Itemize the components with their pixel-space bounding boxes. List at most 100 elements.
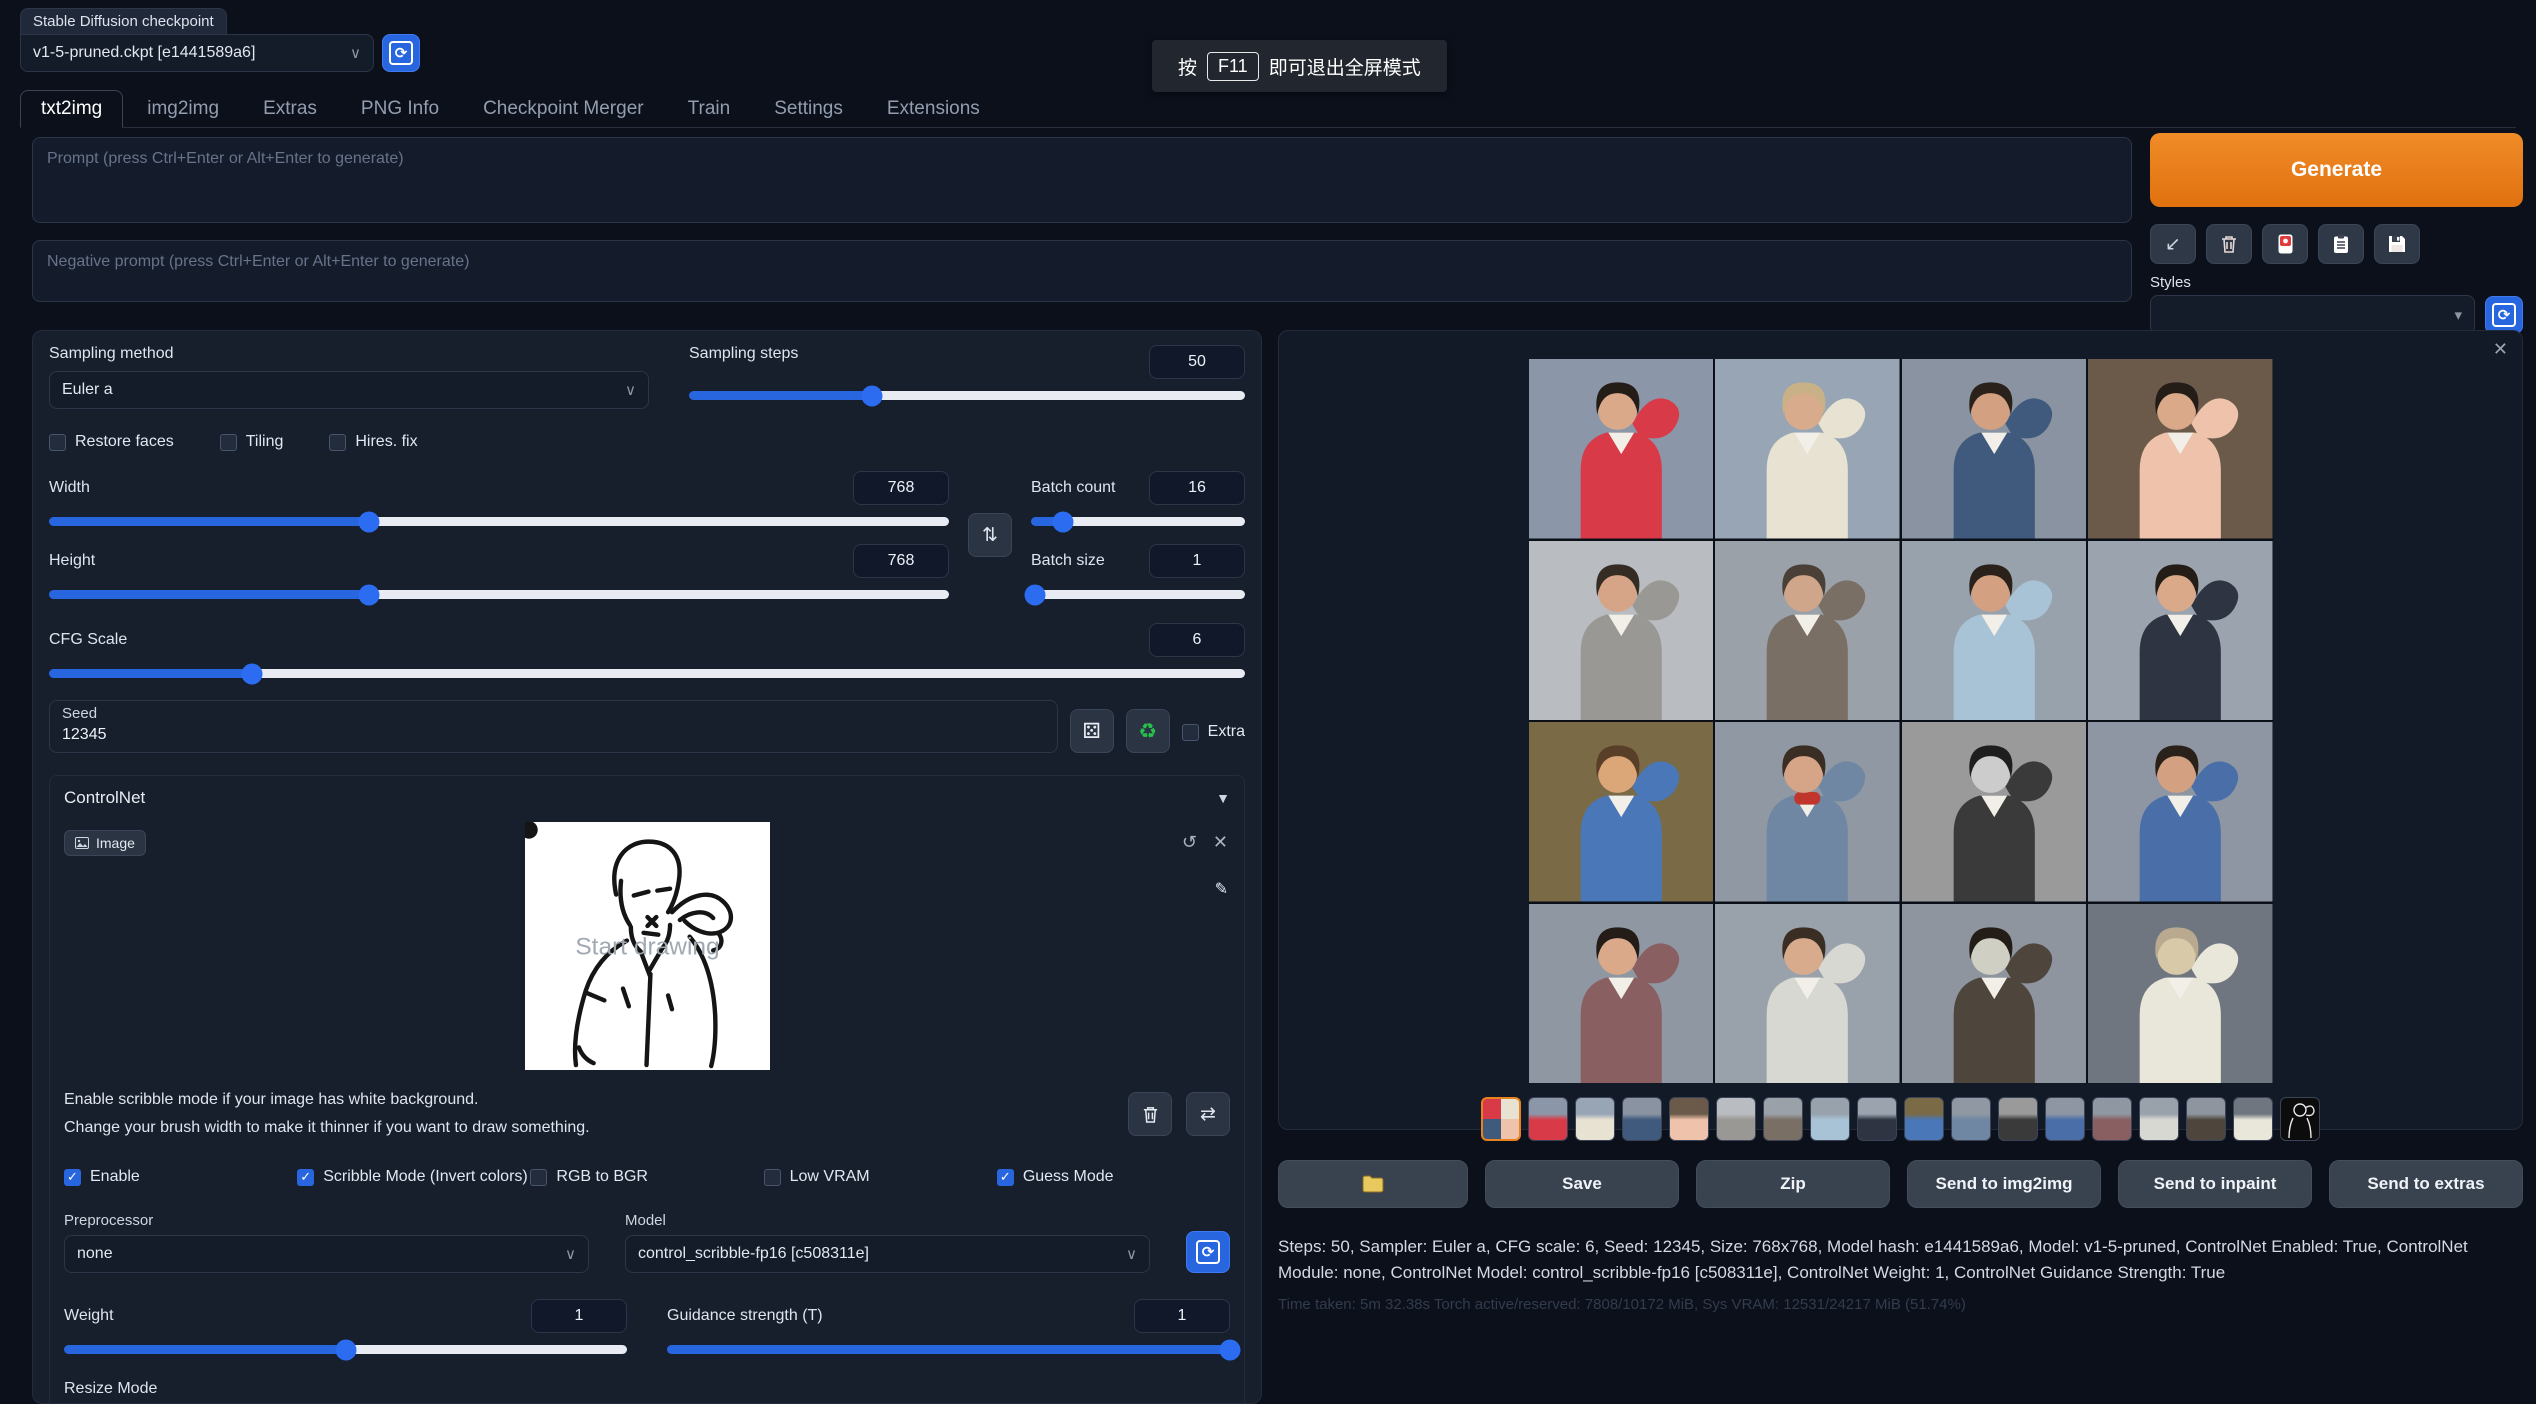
random-seed-button[interactable]: ⚄ — [1070, 709, 1114, 753]
generate-button[interactable]: Generate — [2150, 133, 2523, 207]
paste-button[interactable]: ↙ — [2150, 224, 2196, 264]
apply-style-button[interactable] — [2318, 224, 2364, 264]
tab-checkpoint-merger[interactable]: Checkpoint Merger — [463, 91, 664, 127]
gallery-image[interactable] — [1715, 722, 1900, 902]
gallery-image[interactable] — [2088, 359, 2273, 539]
zip-button[interactable]: Zip — [1696, 1160, 1890, 1208]
gallery-thumbnail[interactable] — [1528, 1097, 1568, 1141]
gallery-thumbnail[interactable] — [2233, 1097, 2273, 1141]
send-to-extras-button[interactable]: Send to extras — [2329, 1160, 2523, 1208]
gallery-thumbnail-grid[interactable] — [1481, 1097, 1521, 1141]
gallery-image[interactable] — [1715, 359, 1900, 539]
controlnet-canvas[interactable]: Start drawing — [525, 822, 770, 1070]
gallery-image[interactable] — [1529, 904, 1714, 1084]
tab-extras[interactable]: Extras — [243, 91, 337, 127]
hires-fix-checkbox[interactable]: Hires. fix — [329, 433, 417, 451]
batch-count-input[interactable]: 16 — [1149, 471, 1245, 505]
gallery-image[interactable] — [1902, 541, 2087, 721]
width-slider[interactable] — [49, 517, 949, 526]
gallery-thumbnail[interactable] — [1904, 1097, 1944, 1141]
reuse-seed-button[interactable]: ♻ — [1126, 709, 1170, 753]
gallery-image[interactable] — [1902, 359, 2087, 539]
gallery-image[interactable] — [2088, 722, 2273, 902]
controlnet-header[interactable]: ControlNet ▼ — [64, 788, 1230, 808]
batch-size-input[interactable]: 1 — [1149, 544, 1245, 578]
swap-width-height-button[interactable]: ⇅ — [968, 513, 1012, 557]
tab-extensions[interactable]: Extensions — [867, 91, 1000, 127]
gallery-thumbnail[interactable] — [2186, 1097, 2226, 1141]
gallery-image[interactable] — [2088, 904, 2273, 1084]
weight-slider[interactable] — [64, 1345, 627, 1354]
gallery-thumbnail[interactable] — [1857, 1097, 1897, 1141]
height-input[interactable]: 768 — [853, 544, 949, 578]
send-to-img2img-button[interactable]: Send to img2img — [1907, 1160, 2101, 1208]
weight-input[interactable]: 1 — [531, 1299, 627, 1333]
sampling-steps-input[interactable]: 50 — [1149, 345, 1245, 379]
negative-prompt-input[interactable]: Negative prompt (press Ctrl+Enter or Alt… — [32, 240, 2132, 302]
guidance-strength-input[interactable]: 1 — [1134, 1299, 1230, 1333]
gallery-thumbnail[interactable] — [1716, 1097, 1756, 1141]
gallery-thumbnail[interactable] — [1763, 1097, 1803, 1141]
tab-train[interactable]: Train — [668, 91, 751, 127]
gallery-thumbnail[interactable] — [2139, 1097, 2179, 1141]
gallery-thumbnail[interactable] — [2045, 1097, 2085, 1141]
cfg-scale-input[interactable]: 6 — [1149, 623, 1245, 657]
sampling-steps-slider[interactable] — [689, 391, 1245, 400]
gallery-thumbnail[interactable] — [1575, 1097, 1615, 1141]
gallery-thumbnail[interactable] — [1810, 1097, 1850, 1141]
gallery-image[interactable] — [1902, 904, 2087, 1084]
rgb-to-bgr-checkbox[interactable]: RGB to BGR — [530, 1168, 763, 1186]
batch-count-slider[interactable] — [1031, 517, 1245, 526]
preprocessor-select[interactable]: none ∨ — [64, 1235, 589, 1273]
gallery-image[interactable] — [1529, 541, 1714, 721]
controlnet-image-tab[interactable]: Image — [64, 830, 146, 856]
refresh-models-button[interactable]: ⟳ — [1186, 1231, 1230, 1273]
guess-mode-checkbox[interactable]: Guess Mode — [997, 1168, 1230, 1186]
prompt-input[interactable]: Prompt (press Ctrl+Enter or Alt+Enter to… — [32, 137, 2132, 223]
save-button[interactable]: Save — [1485, 1160, 1679, 1208]
scribble-mode-checkbox[interactable]: Scribble Mode (Invert colors) — [297, 1168, 530, 1186]
mirror-webcam-button[interactable]: ⇄ — [1186, 1092, 1230, 1136]
tab-img2img[interactable]: img2img — [127, 91, 239, 127]
batch-size-slider[interactable] — [1031, 590, 1245, 599]
gallery-image[interactable] — [1902, 722, 2087, 902]
clear-image-icon[interactable]: ✕ — [1213, 832, 1228, 853]
tab-txt2img[interactable]: txt2img — [20, 90, 123, 128]
restore-faces-checkbox[interactable]: Restore faces — [49, 433, 174, 451]
seed-field[interactable]: Seed 12345 — [49, 700, 1058, 753]
open-folder-button[interactable] — [1278, 1160, 1468, 1208]
undo-icon[interactable]: ↺ — [1182, 832, 1197, 853]
tab-png-info[interactable]: PNG Info — [341, 91, 459, 127]
refresh-styles-button[interactable]: ⟳ — [2485, 296, 2523, 334]
guidance-strength-slider[interactable] — [667, 1345, 1230, 1354]
sampling-method-select[interactable]: Euler a ∨ — [49, 371, 649, 409]
gallery-thumbnail[interactable] — [1998, 1097, 2038, 1141]
width-input[interactable]: 768 — [853, 471, 949, 505]
extra-seed-checkbox[interactable]: Extra — [1182, 723, 1245, 741]
new-canvas-button[interactable] — [1128, 1092, 1172, 1136]
gallery-thumbnail[interactable] — [1622, 1097, 1662, 1141]
cfg-scale-slider[interactable] — [49, 669, 1245, 678]
gallery-image[interactable] — [2088, 541, 2273, 721]
gallery-image[interactable] — [1529, 359, 1714, 539]
styles-select[interactable]: ▾ — [2150, 295, 2475, 335]
tiling-checkbox[interactable]: Tiling — [220, 433, 284, 451]
gallery-image[interactable] — [1715, 541, 1900, 721]
extra-networks-button[interactable] — [2262, 224, 2308, 264]
gallery-thumbnail[interactable] — [1951, 1097, 1991, 1141]
low-vram-checkbox[interactable]: Low VRAM — [764, 1168, 997, 1186]
brush-icon[interactable]: ✎ — [1215, 879, 1228, 899]
save-style-button[interactable] — [2374, 224, 2420, 264]
tab-settings[interactable]: Settings — [754, 91, 863, 127]
close-gallery-icon[interactable]: ✕ — [2493, 339, 2508, 360]
clear-prompt-button[interactable] — [2206, 224, 2252, 264]
gallery-thumbnail-scribble[interactable] — [2280, 1097, 2320, 1141]
gallery-image[interactable] — [1529, 722, 1714, 902]
checkpoint-select[interactable]: v1-5-pruned.ckpt [e1441589a6] ∨ — [20, 34, 374, 72]
controlnet-enable-checkbox[interactable]: Enable — [64, 1168, 297, 1186]
send-to-inpaint-button[interactable]: Send to inpaint — [2118, 1160, 2312, 1208]
controlnet-model-select[interactable]: control_scribble-fp16 [c508311e] ∨ — [625, 1235, 1150, 1273]
gallery-thumbnail[interactable] — [2092, 1097, 2132, 1141]
refresh-checkpoints-button[interactable]: ⟳ — [382, 34, 420, 72]
height-slider[interactable] — [49, 590, 949, 599]
